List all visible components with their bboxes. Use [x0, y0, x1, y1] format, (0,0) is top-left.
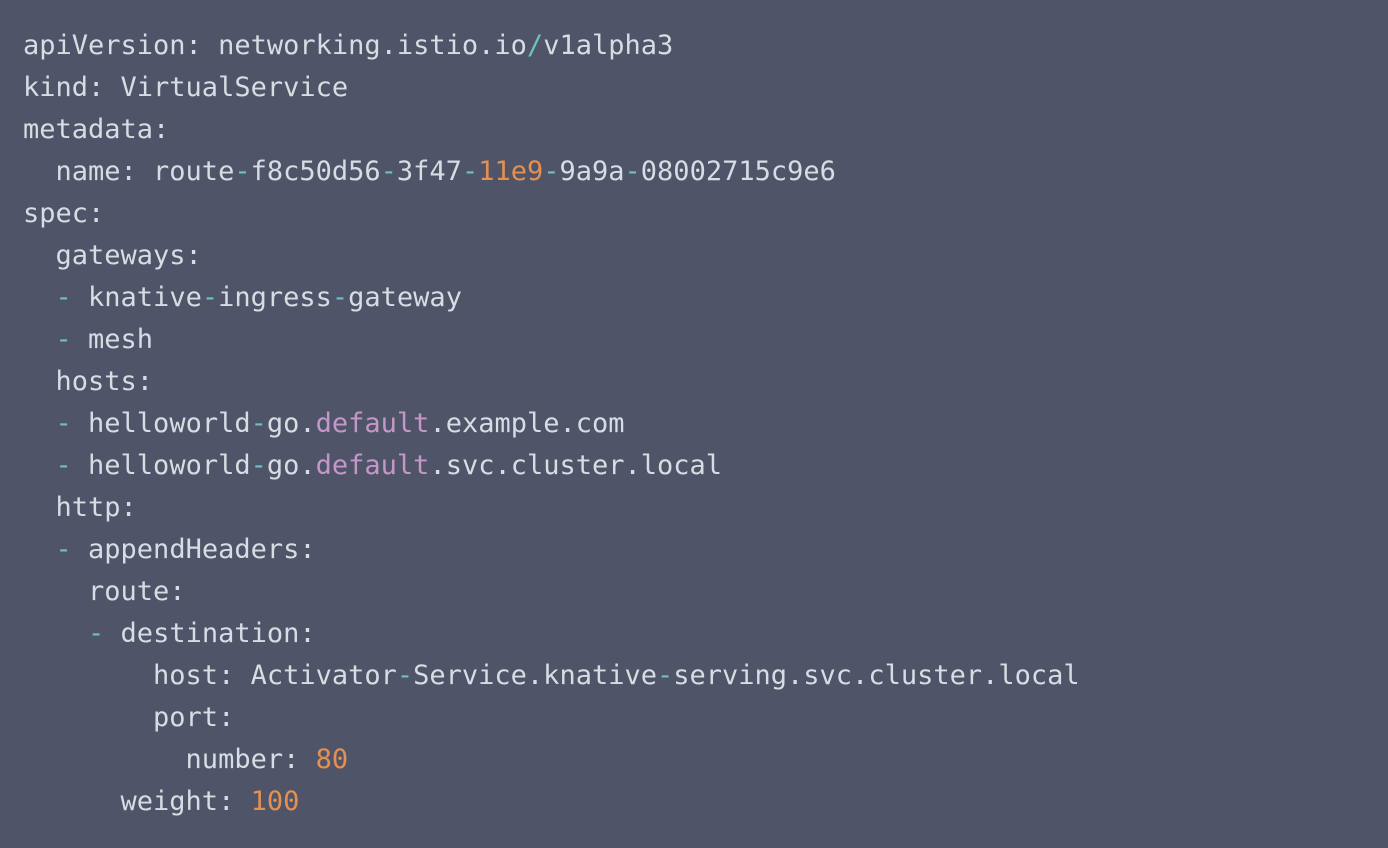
code-operator: - — [250, 408, 267, 439]
code-text: go. — [266, 408, 316, 439]
code-keyword: default — [315, 408, 430, 439]
code-number: 80 — [315, 744, 349, 775]
code-operator: - — [55, 324, 72, 355]
code-text: name: route — [23, 156, 235, 187]
code-text: apiVersion: networking.istio.io — [23, 30, 527, 61]
code-operator: - — [55, 282, 72, 313]
code-text: hosts: — [23, 366, 154, 397]
code-text: ingress — [218, 282, 332, 313]
code-text: kind: VirtualService — [23, 72, 349, 103]
code-line: number: 80 — [23, 739, 1080, 781]
code-line: - knative-ingress-gateway — [23, 277, 1080, 319]
code-text: knative — [71, 282, 202, 313]
code-line: route: — [23, 571, 1080, 613]
code-line: - destination: — [23, 613, 1080, 655]
code-text: Service.knative — [413, 660, 657, 691]
code-text: .example.com — [429, 408, 625, 439]
code-operator: - — [88, 618, 105, 649]
code-text: 08002715c9e6 — [640, 156, 836, 187]
code-line: hosts: — [23, 361, 1080, 403]
code-operator: - — [656, 660, 674, 691]
code-operator: - — [55, 450, 72, 481]
code-text: http: — [23, 492, 137, 523]
code-text: serving.svc.cluster.local — [673, 660, 1080, 691]
code-line: - mesh — [23, 319, 1080, 361]
code-text: gateways: — [23, 240, 202, 271]
code-text: metadata: — [23, 114, 170, 145]
code-line: weight: 100 — [23, 781, 1080, 823]
code-operator: - — [380, 156, 397, 187]
code-operator: - — [461, 156, 479, 187]
code-text: .svc.cluster.local — [429, 450, 723, 481]
code-number: 100 — [250, 786, 300, 817]
code-operator: - — [250, 450, 267, 481]
code-line: apiVersion: networking.istio.io/v1alpha3 — [23, 25, 1080, 67]
code-line: name: route-f8c50d56-3f47-11e9-9a9a-0800… — [23, 151, 1080, 193]
code-operator: - — [396, 660, 414, 691]
code-operator: - — [331, 282, 349, 313]
code-text: mesh — [71, 324, 154, 355]
code-text: weight: — [23, 786, 251, 817]
code-text: spec: — [23, 198, 105, 229]
code-operator: - — [234, 156, 251, 187]
code-text: v1alpha3 — [543, 30, 674, 61]
code-line: port: — [23, 697, 1080, 739]
code-operator: - — [543, 156, 560, 187]
code-line: gateways: — [23, 235, 1080, 277]
code-text: gateway — [348, 282, 462, 313]
code-line: - helloworld-go.default.svc.cluster.loca… — [23, 445, 1080, 487]
code-text: route: — [23, 576, 186, 607]
code-line: host: Activator-Service.knative-serving.… — [23, 655, 1080, 697]
code-text: go. — [266, 450, 316, 481]
code-text: number: — [23, 744, 316, 775]
code-text: f8c50d56 — [250, 156, 381, 187]
code-operator: - — [624, 156, 641, 187]
code-text: appendHeaders: — [71, 534, 316, 565]
code-text: helloworld — [71, 450, 251, 481]
code-operator: - — [55, 534, 72, 565]
code-number: 11e9 — [478, 156, 544, 187]
code-text: host: Activator — [23, 660, 397, 691]
code-operator: - — [201, 282, 219, 313]
code-keyword: default — [315, 450, 430, 481]
code-line: - appendHeaders: — [23, 529, 1080, 571]
code-text: helloworld — [71, 408, 251, 439]
code-operator: / — [526, 30, 544, 61]
code-block: apiVersion: networking.istio.io/v1alpha3… — [23, 25, 1080, 823]
code-line: spec: — [23, 193, 1080, 235]
code-text: 3f47 — [396, 156, 462, 187]
code-operator: - — [55, 408, 72, 439]
code-text: destination: — [104, 618, 316, 649]
code-line: http: — [23, 487, 1080, 529]
code-line: - helloworld-go.default.example.com — [23, 403, 1080, 445]
code-text: 9a9a — [559, 156, 625, 187]
code-line: kind: VirtualService — [23, 67, 1080, 109]
code-text: port: — [23, 702, 235, 733]
code-line: metadata: — [23, 109, 1080, 151]
